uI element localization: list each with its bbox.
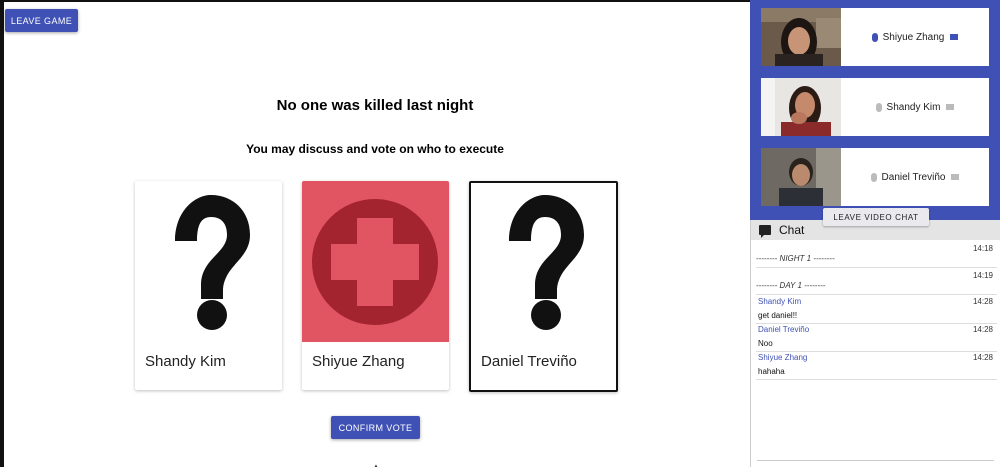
leave-game-button[interactable]: LEAVE GAME	[5, 9, 78, 32]
chat-system-text: -------- NIGHT 1 --------	[756, 254, 835, 263]
webcam-feed	[761, 148, 841, 206]
camera-off-icon[interactable]	[946, 104, 955, 110]
microphone-off-icon[interactable]	[870, 172, 877, 182]
chat-system-entry: 14:19 -------- DAY 1 --------	[756, 270, 997, 295]
chat-message: Shandy Kim 14:28 get daniel!!	[756, 296, 997, 324]
camera-icon[interactable]	[950, 34, 959, 40]
chat-sender: Daniel Treviño	[758, 325, 810, 334]
chat-timestamp: 14:18	[972, 244, 993, 253]
player-card-name: Shandy Kim	[145, 353, 226, 370]
participant-name: Shiyue Zhang	[882, 31, 945, 43]
chat-sender: Shiyue Zhang	[758, 353, 808, 362]
round-headline: No one was killed last night	[276, 97, 474, 114]
question-mark-icon	[471, 183, 616, 342]
confirm-vote-button[interactable]: CONFIRM VOTE	[331, 416, 420, 439]
chat-system-entry: 14:18 -------- NIGHT 1 --------	[756, 243, 997, 268]
chat-bubble-icon	[759, 225, 771, 238]
player-card-name: Daniel Treviño	[481, 353, 577, 370]
left-border	[0, 0, 4, 467]
video-chat-panel: Shiyue Zhang Shandy Kim Daniel Treviño	[750, 0, 1000, 220]
top-border	[0, 0, 750, 2]
leave-video-chat-button[interactable]: LEAVE VIDEO CHAT	[823, 208, 929, 226]
webcam-feed	[761, 78, 841, 136]
question-mark-icon	[135, 181, 282, 342]
webcam-feed	[761, 8, 841, 66]
chat-message-text: hahaha	[758, 367, 785, 376]
chat-message: Daniel Treviño 14:28 Noo	[756, 324, 997, 352]
chat-system-text: -------- DAY 1 --------	[756, 281, 826, 290]
player-card-shandy-kim[interactable]: Shandy Kim	[135, 181, 282, 390]
chat-sender: Shandy Kim	[758, 297, 802, 306]
chat-timestamp: 14:28	[972, 353, 993, 362]
participant-name: Shandy Kim	[886, 101, 941, 113]
participant-name: Daniel Treviño	[881, 171, 946, 183]
microphone-icon[interactable]	[871, 32, 878, 42]
player-card-daniel-trevino[interactable]: Daniel Treviño	[469, 181, 618, 392]
chat-message-text: get daniel!!	[758, 311, 798, 320]
microphone-off-icon[interactable]	[875, 102, 882, 112]
camera-off-icon[interactable]	[951, 174, 960, 180]
video-tile-shiyue-zhang: Shiyue Zhang	[761, 8, 989, 66]
chat-title: Chat	[779, 223, 805, 237]
chevron-up-icon: ▲	[372, 462, 380, 467]
chat-message: Shiyue Zhang 14:28 hahaha	[756, 352, 997, 380]
chat-message-text: Noo	[758, 339, 773, 348]
player-card-name: Shiyue Zhang	[312, 353, 405, 370]
chat-input[interactable]	[757, 460, 994, 467]
video-tile-daniel-trevino: Daniel Treviño	[761, 148, 989, 206]
chat-panel: Chat 14:18 -------- NIGHT 1 -------- 14:…	[750, 220, 1000, 467]
player-card-shiyue-zhang[interactable]: Shiyue Zhang	[302, 181, 449, 390]
chat-timestamp: 14:19	[972, 271, 993, 280]
chat-timestamp: 14:28	[972, 325, 993, 334]
chat-timestamp: 14:28	[972, 297, 993, 306]
video-tile-shandy-kim: Shandy Kim	[761, 78, 989, 136]
medic-cross-icon	[302, 181, 449, 342]
round-instruction: You may discuss and vote on who to execu…	[246, 142, 504, 156]
